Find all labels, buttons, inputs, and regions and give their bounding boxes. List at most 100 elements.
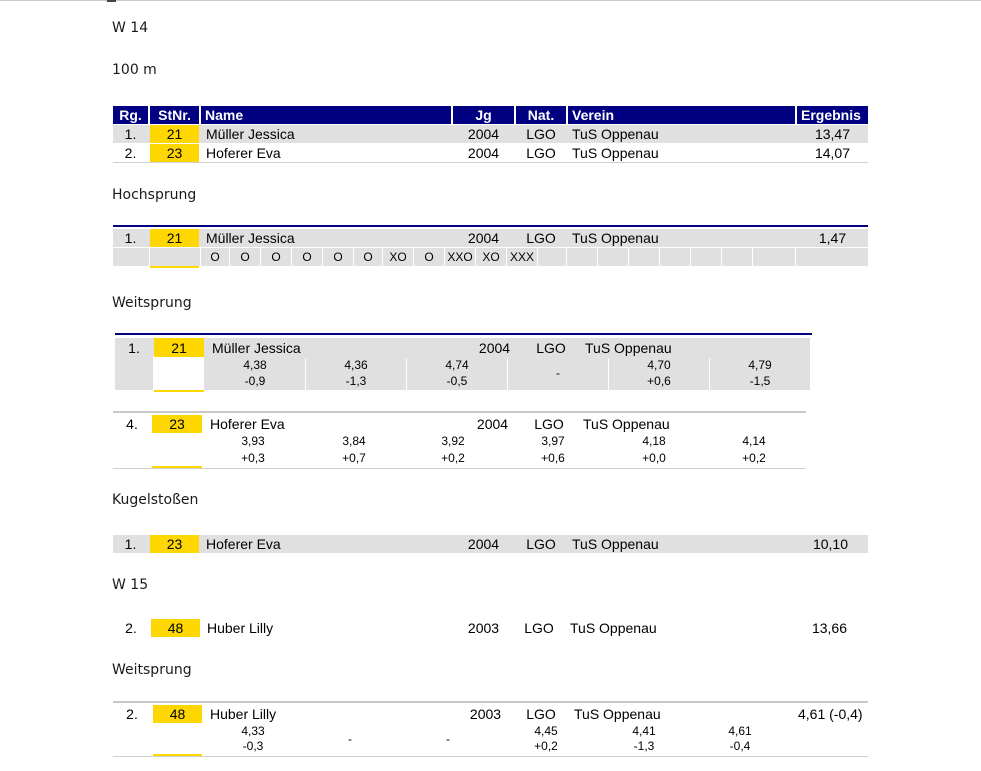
- header-nat: Nat.: [516, 106, 566, 124]
- row-divider: [113, 756, 868, 757]
- athlete-name: Müller Jessica: [206, 230, 295, 246]
- attempt-cell: XO: [389, 250, 407, 264]
- attempt-distance: -: [446, 732, 450, 746]
- age-group-title-w15: W 15: [112, 577, 149, 593]
- nat-cell: LGO: [526, 536, 556, 552]
- athlete-name: Hoferer Eva: [210, 416, 285, 432]
- attempt-cell: O: [210, 250, 220, 264]
- nat-cell: LGO: [536, 340, 566, 356]
- attempt-cell: O: [363, 250, 373, 264]
- cell-separator: [149, 248, 150, 266]
- attempt-distance: 3,93: [241, 434, 265, 448]
- rank-cell: 4.: [126, 416, 138, 432]
- attempt-cell: O: [424, 250, 434, 264]
- attempt-wind: -0,3: [242, 739, 264, 753]
- nat-cell: LGO: [526, 706, 556, 722]
- club-cell: TuS Oppenau: [572, 126, 659, 142]
- attempt-cell: O: [271, 250, 281, 264]
- nat-cell: LGO: [524, 620, 554, 636]
- bib-cell: 21: [166, 126, 183, 142]
- attempt-wind: +0,0: [642, 451, 666, 465]
- rank-cell: 1.: [124, 230, 137, 246]
- club-cell: TuS Oppenau: [574, 706, 661, 722]
- bib-cell: 48: [167, 620, 184, 636]
- attempt-wind: +0,2: [441, 451, 465, 465]
- cell-separator: [597, 248, 598, 266]
- club-cell: TuS Oppenau: [583, 416, 670, 432]
- athlete-name: Hoferer Eva: [206, 536, 281, 552]
- header-name: Name: [201, 106, 451, 124]
- cell-separator: [628, 248, 629, 266]
- row-top-rule: [113, 411, 806, 413]
- bib-cell: 23: [166, 536, 183, 552]
- bib-underline: [154, 390, 204, 392]
- year-cell: 2004: [467, 230, 500, 246]
- attempt-distance: 4,45: [534, 724, 558, 738]
- rank-cell: 2.: [124, 145, 137, 161]
- page-top-border: [0, 0, 981, 1]
- attempt-distance: 4,79: [748, 358, 772, 372]
- cell-separator: [795, 248, 796, 266]
- athlete-name: Müller Jessica: [212, 340, 301, 356]
- bib-blank: [154, 357, 204, 390]
- bib-cell: 23: [166, 145, 183, 161]
- nat-cell: LGO: [526, 145, 556, 161]
- attempt-cell: XXO: [447, 250, 473, 264]
- attempt-cell: XXX: [509, 250, 534, 264]
- result-cell: 13,47: [814, 126, 851, 142]
- results-table-header: Rg. StNr. Name Jg Nat. Verein Ergebnis: [113, 106, 868, 124]
- year-cell: 2004: [467, 126, 500, 142]
- result-cell: 13,66: [811, 620, 848, 636]
- cell-separator: [721, 248, 722, 266]
- attempt-distance: 3,84: [342, 434, 366, 448]
- result-cell: 1,47: [818, 230, 847, 246]
- rank-cell: 1.: [124, 126, 137, 142]
- attempt-distance: 4,61: [728, 724, 752, 738]
- event-title-100m: 100 m: [112, 62, 157, 78]
- cell-separator: [537, 248, 538, 266]
- table-top-rule: [115, 333, 812, 335]
- attempt-distance: -: [348, 732, 352, 746]
- club-cell: TuS Oppenau: [572, 145, 659, 161]
- club-cell: TuS Oppenau: [572, 230, 659, 246]
- attempt-wind: +0,2: [742, 451, 766, 465]
- table-top-rule: [113, 225, 868, 227]
- cell-separator: [752, 248, 753, 266]
- attempt-distance: 4,38: [243, 358, 267, 372]
- attempt-wind: +0,2: [534, 739, 558, 753]
- attempt-distance: 4,33: [241, 724, 265, 738]
- year-cell: 2003: [469, 706, 502, 722]
- club-cell: TuS Oppenau: [572, 536, 659, 552]
- nat-cell: LGO: [526, 126, 556, 142]
- attempt-cell: O: [240, 250, 250, 264]
- attempt-wind: +0,6: [647, 374, 671, 388]
- nat-cell: LGO: [534, 416, 564, 432]
- rank-cell: 1.: [124, 536, 137, 552]
- athlete-name: Hoferer Eva: [206, 145, 281, 161]
- attempt-cell: O: [302, 250, 312, 264]
- result-cell: 14,07: [814, 145, 851, 161]
- cell-separator: [659, 248, 660, 266]
- bib-cell: 48: [169, 706, 186, 722]
- event-title-shotput: Kugelstoßen: [112, 492, 199, 508]
- result-cell: 10,10: [812, 536, 849, 552]
- header-bib: StNr.: [150, 106, 199, 124]
- year-cell: 2004: [467, 536, 500, 552]
- event-title-longjump: Weitsprung: [112, 295, 192, 311]
- attempt-cell: XO: [482, 250, 500, 264]
- attempt-distance: 3,92: [441, 434, 465, 448]
- year-cell: 2004: [476, 416, 509, 432]
- row-divider: [113, 468, 806, 469]
- attempt-wind: -1,3: [633, 739, 655, 753]
- attempt-distance: -: [556, 366, 560, 380]
- attempt-distance: 3,97: [541, 434, 565, 448]
- bib-cell: 21: [166, 230, 183, 246]
- attempt-wind: +0,3: [241, 451, 265, 465]
- nat-cell: LGO: [526, 230, 556, 246]
- athlete-name: Huber Lilly: [207, 620, 274, 636]
- header-club: Verein: [568, 106, 795, 124]
- attempt-wind: -0,9: [244, 374, 266, 388]
- attempt-wind: -1,3: [345, 374, 367, 388]
- event-title-highjump: Hochsprung: [112, 187, 197, 203]
- event-title-longjump-w15: Weitsprung: [112, 662, 192, 678]
